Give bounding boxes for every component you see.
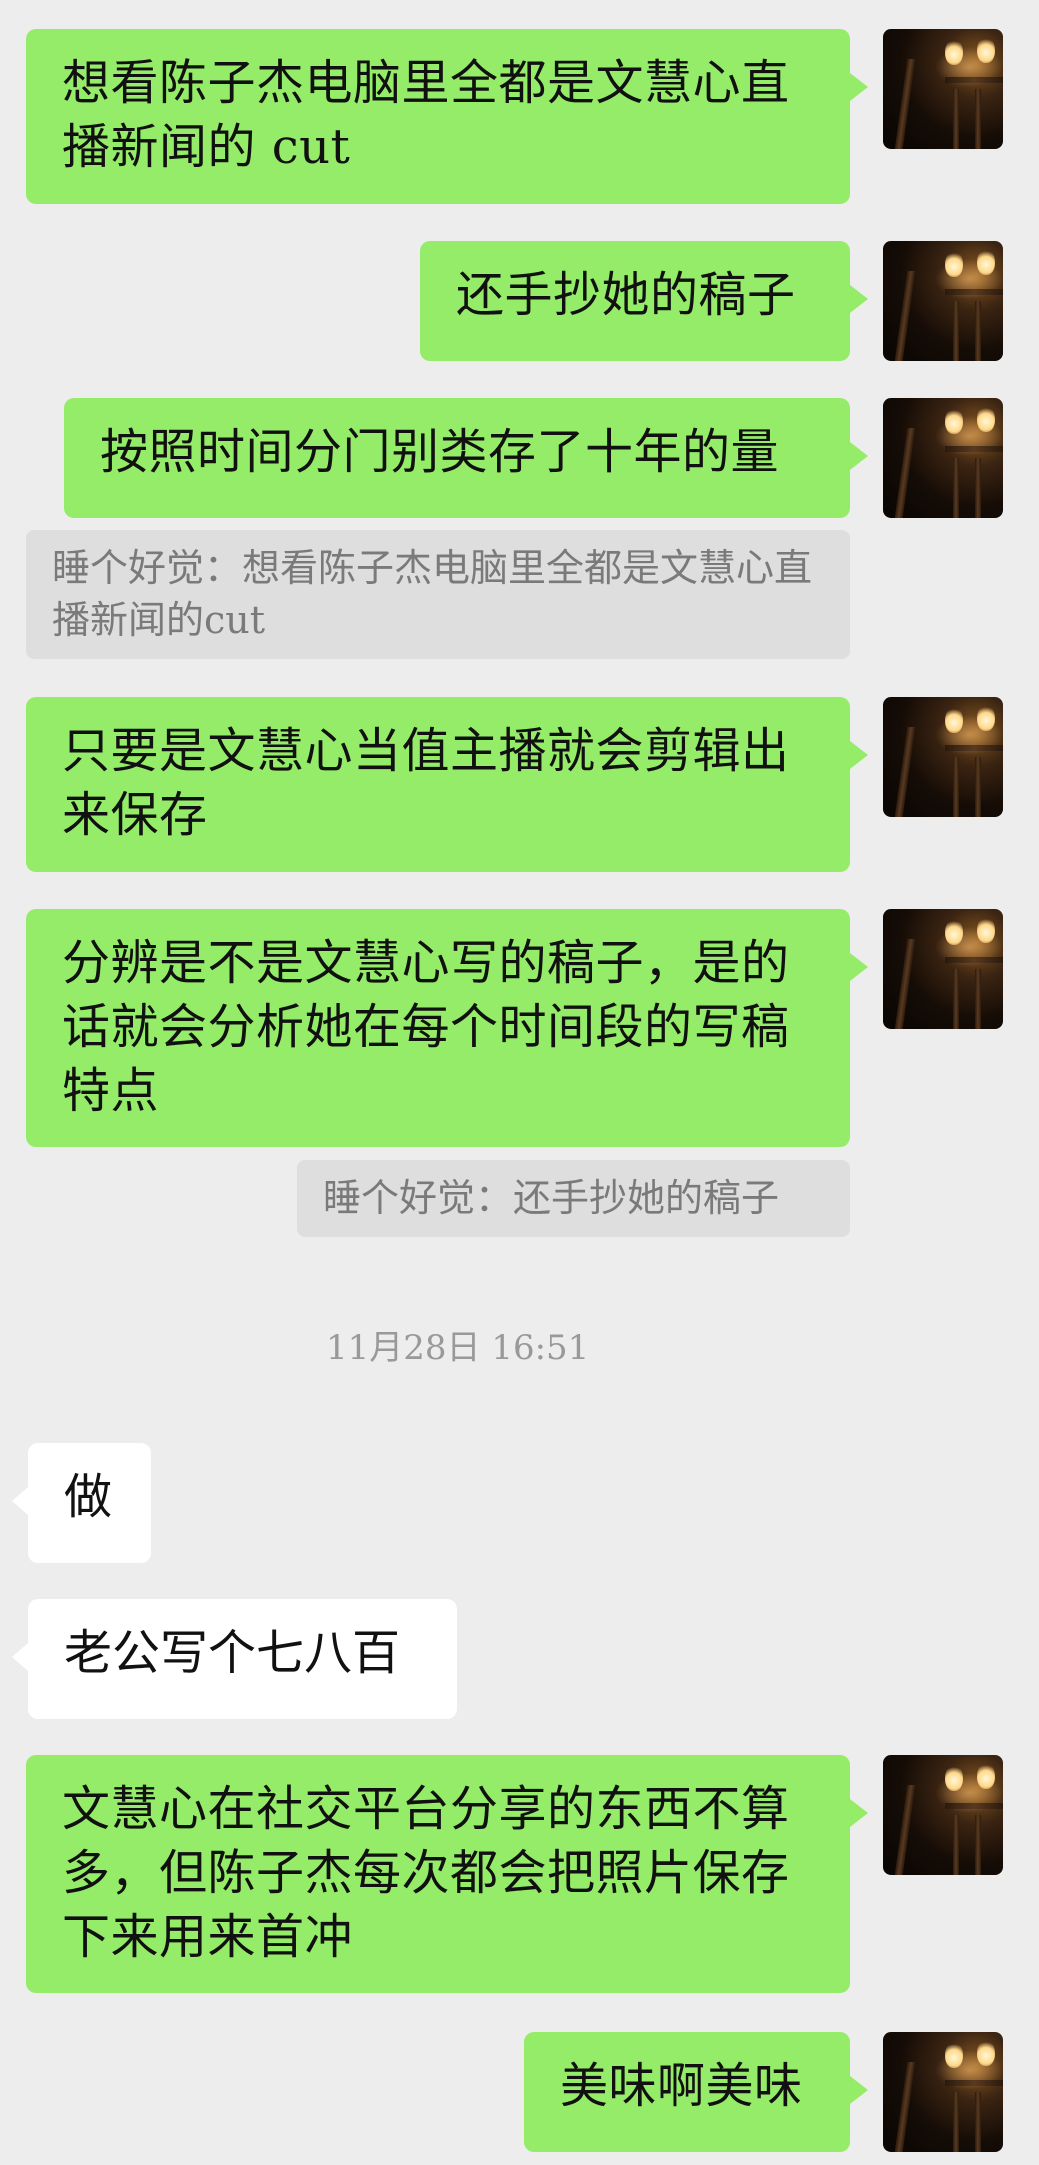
chat-message-bubble[interactable]: 分辨是不是文慧心写的稿子，是的话就会分析她在每个时间段的写稿特点 bbox=[26, 909, 868, 1147]
message-text: 分辨是不是文慧心写的稿子，是的话就会分析她在每个时间段的写稿特点 bbox=[62, 935, 790, 1119]
chat-message-bubble[interactable]: 还手抄她的稿子 bbox=[420, 241, 868, 361]
message-timestamp: 11月28日 16:51 bbox=[326, 1328, 590, 1368]
avatar[interactable] bbox=[883, 2032, 1003, 2152]
avatar[interactable] bbox=[883, 697, 1003, 817]
chat-message-bubble[interactable]: 文慧心在社交平台分享的东西不算多，但陈子杰每次都会把照片保存下来用来首冲 bbox=[26, 1755, 868, 1993]
avatar[interactable] bbox=[883, 29, 1003, 149]
message-text: 还手抄她的稿子 bbox=[456, 267, 796, 323]
chat-message-bubble[interactable]: 按照时间分门别类存了十年的量 bbox=[64, 398, 868, 518]
avatar[interactable] bbox=[883, 398, 1003, 518]
chat-message-bubble[interactable]: 美味啊美味 bbox=[524, 2032, 868, 2152]
avatar[interactable] bbox=[883, 909, 1003, 1029]
message-text: 只要是文慧心当值主播就会剪辑出来保存 bbox=[62, 723, 790, 843]
quoted-text: 睡个好觉：想看陈子杰电脑里全都是文慧心直播新闻的cut bbox=[52, 546, 813, 642]
chat-message-bubble[interactable]: 只要是文慧心当值主播就会剪辑出来保存 bbox=[26, 697, 868, 872]
chat-message-bubble[interactable]: 想看陈子杰电脑里全都是文慧心直播新闻的 cut bbox=[26, 29, 868, 204]
message-text: 文慧心在社交平台分享的东西不算多，但陈子杰每次都会把照片保存下来用来首冲 bbox=[62, 1781, 790, 1965]
message-text: 老公写个七八百 bbox=[64, 1625, 401, 1681]
quoted-text: 睡个好觉：还手抄她的稿子 bbox=[323, 1176, 780, 1220]
chat-message-bubble[interactable]: 老公写个七八百 bbox=[12, 1599, 457, 1719]
quoted-reply[interactable]: 睡个好觉：想看陈子杰电脑里全都是文慧心直播新闻的cut bbox=[26, 530, 850, 659]
quoted-reply[interactable]: 睡个好觉：还手抄她的稿子 bbox=[297, 1160, 850, 1237]
avatar[interactable] bbox=[883, 1755, 1003, 1875]
message-text: 美味啊美味 bbox=[560, 2058, 803, 2114]
message-text: 按照时间分门别类存了十年的量 bbox=[100, 424, 780, 480]
message-text: 做 bbox=[64, 1469, 113, 1525]
avatar[interactable] bbox=[883, 241, 1003, 361]
message-text: 想看陈子杰电脑里全都是文慧心直播新闻的 cut bbox=[62, 55, 790, 175]
chat-message-bubble[interactable]: 做 bbox=[12, 1443, 151, 1563]
